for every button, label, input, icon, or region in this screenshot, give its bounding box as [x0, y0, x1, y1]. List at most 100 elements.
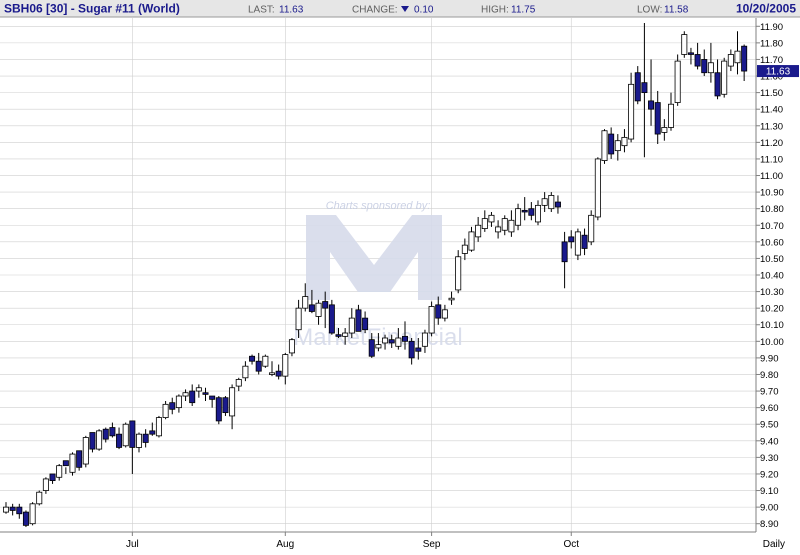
- candle: [588, 210, 595, 246]
- candle-body-up: [348, 317, 355, 334]
- y-tick-label: 9.30: [760, 453, 779, 464]
- candle-body-up: [288, 339, 295, 354]
- candle-body-up: [495, 226, 502, 233]
- candle: [601, 129, 608, 164]
- y-tick-label: 9.80: [760, 370, 779, 381]
- candle-body-up: [614, 140, 621, 152]
- candle: [76, 450, 83, 471]
- candle-body-up: [375, 344, 382, 349]
- candle: [455, 250, 462, 294]
- candle-body-up: [727, 54, 734, 67]
- candle-body-down: [335, 334, 342, 337]
- x-tick-label: Aug: [276, 539, 294, 550]
- candle-body-down: [408, 340, 415, 359]
- candle-body-up: [674, 60, 681, 103]
- candle-body-down: [116, 433, 123, 448]
- x-tick-label: Sep: [423, 539, 441, 550]
- candle: [22, 510, 29, 528]
- candle-body-up: [707, 62, 714, 74]
- candle-body-up: [268, 372, 275, 375]
- candle-body-down: [89, 432, 96, 450]
- candle-body-down: [22, 511, 29, 526]
- candle-body-up: [342, 332, 349, 337]
- chart-root: SBH06 [30] - Sugar #11 (World) LAST: 11.…: [0, 0, 800, 550]
- candle-body-up: [421, 332, 428, 347]
- candle-body-down: [62, 460, 69, 467]
- candle-body-down: [568, 236, 575, 243]
- y-tick-label: 10.30: [760, 287, 784, 298]
- candle-body-down: [648, 100, 655, 110]
- y-tick-label: 9.90: [760, 353, 779, 364]
- candle-body-up: [195, 387, 202, 392]
- candle-body-up: [468, 231, 475, 251]
- candle-body-down: [49, 473, 56, 482]
- candle-body-down: [401, 335, 408, 342]
- candle-body-up: [302, 296, 309, 309]
- candle: [674, 54, 681, 106]
- candle-body-up: [628, 83, 635, 140]
- y-tick-label: 11.80: [760, 38, 783, 49]
- candle-body-down: [149, 430, 156, 435]
- candle-body-up: [461, 244, 468, 254]
- candle-body-up: [668, 103, 675, 128]
- y-tick-label: 11.90: [760, 22, 783, 33]
- candle: [721, 57, 728, 98]
- candle: [222, 396, 229, 416]
- candle-body-down: [189, 390, 196, 404]
- candle-body-up: [475, 224, 482, 238]
- candle-body-down: [275, 370, 282, 377]
- high-value: 11.75: [511, 5, 536, 16]
- candle-body-up: [182, 392, 189, 397]
- candle-body-up: [448, 297, 455, 301]
- candle-body-up: [721, 60, 728, 95]
- candle-body-up: [601, 130, 608, 161]
- last-label: LAST:: [248, 5, 275, 16]
- candle-body-up: [82, 437, 89, 465]
- y-tick-label: 9.60: [760, 403, 779, 414]
- sponsor-text: Charts sponsored by:: [326, 200, 431, 212]
- candle-body-down: [355, 309, 362, 332]
- candle-body-up: [235, 379, 242, 387]
- y-tick-label: 9.10: [760, 486, 779, 497]
- last-value: 11.63: [279, 5, 304, 16]
- candle-body-up: [588, 214, 595, 243]
- candle-body-up: [42, 478, 49, 491]
- candle-body-down: [109, 427, 116, 437]
- y-tick-label: 11.10: [760, 154, 783, 165]
- candle-body-down: [561, 241, 568, 263]
- candle-body-up: [548, 195, 555, 210]
- candle-body-down: [255, 360, 262, 372]
- y-tick-label: 11.20: [760, 138, 783, 149]
- candle-body-down: [322, 301, 329, 309]
- candle-body-down: [554, 201, 561, 208]
- candle-body-down: [435, 304, 442, 319]
- y-axis-ticks: 8.90 9.00 9.10 9.20 9.30 9.40 9.50 9.60 9.70 9.80…: [756, 22, 784, 530]
- candle-body-down: [641, 82, 648, 94]
- candle-body-up: [488, 214, 495, 223]
- candle-body-down: [209, 395, 216, 400]
- candle-body-down: [701, 59, 708, 74]
- candle: [96, 429, 103, 451]
- candle-body-up: [455, 256, 462, 291]
- candle: [215, 396, 222, 425]
- candle-body-up: [122, 423, 129, 447]
- low-label: LOW:: [637, 5, 662, 16]
- candle-body-down: [521, 209, 528, 213]
- candle-body-down: [634, 72, 641, 102]
- candle: [594, 157, 601, 221]
- candle-body-down: [687, 52, 694, 55]
- candle: [548, 192, 555, 212]
- header-date: 10/20/2005: [736, 2, 796, 16]
- y-tick-label: 10.20: [760, 304, 784, 315]
- candle-body-up: [395, 337, 402, 347]
- candle-body-up: [574, 231, 581, 256]
- candle-body-down: [328, 304, 335, 334]
- candle-body-up: [96, 430, 103, 450]
- candle-body-up: [481, 218, 488, 229]
- candle: [36, 490, 43, 506]
- low-value: 11.58: [664, 5, 689, 16]
- candle-body-down: [654, 102, 661, 135]
- candle-body-up: [162, 403, 169, 418]
- candle-body-up: [428, 306, 435, 334]
- change-label: CHANGE:: [352, 5, 398, 16]
